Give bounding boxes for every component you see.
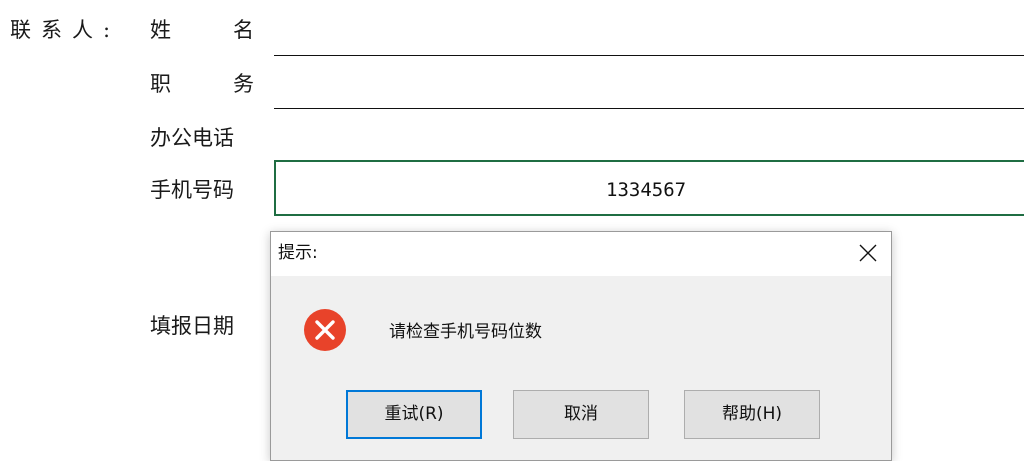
mobile-label: 手机号码 <box>150 178 234 202</box>
help-button[interactable]: 帮助(H) <box>684 390 820 439</box>
close-icon <box>859 244 877 262</box>
title-field-line[interactable] <box>274 108 1024 109</box>
name-field-line[interactable] <box>274 55 1024 56</box>
name-label: 姓名 <box>150 16 266 44</box>
title-label: 职务 <box>150 70 266 98</box>
office-phone-label: 办公电话 <box>150 126 234 150</box>
contact-label: 联系人: <box>10 18 121 42</box>
error-icon <box>304 309 346 351</box>
mobile-field[interactable]: 1334567 <box>274 160 1024 216</box>
title-label-text: 职务 <box>150 72 316 96</box>
cancel-button[interactable]: 取消 <box>513 390 649 439</box>
retry-button[interactable]: 重试(R) <box>346 390 482 439</box>
dialog-title: 提示: <box>278 243 318 263</box>
dialog-titlebar: 提示: <box>271 232 891 276</box>
mobile-value: 1334567 <box>606 179 687 201</box>
alert-dialog: 提示: 请检查手机号码位数 重试(R) 取消 帮助(H) <box>270 231 892 461</box>
fill-date-label: 填报日期 <box>150 314 234 338</box>
close-button[interactable] <box>845 232 891 276</box>
name-label-text: 姓名 <box>150 18 316 42</box>
dialog-message: 请检查手机号码位数 <box>389 322 542 342</box>
